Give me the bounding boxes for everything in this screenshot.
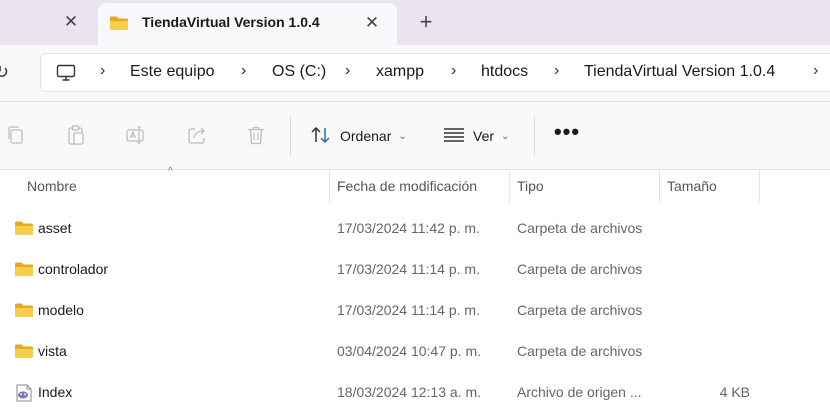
- breadcrumb-os-c[interactable]: OS (C:): [272, 63, 326, 81]
- file-type: Carpeta de archivos: [517, 343, 643, 359]
- file-modified: 18/03/2024 12:13 a. m.: [337, 384, 481, 400]
- new-tab-icon[interactable]: +: [415, 10, 437, 34]
- breadcrumb-chevron-icon: ›: [554, 62, 560, 79]
- breadcrumb-chevron-icon: ›: [345, 62, 351, 79]
- computer-icon: [56, 63, 76, 83]
- file-type: Archivo de origen ...: [517, 384, 642, 400]
- column-divider[interactable]: [659, 170, 660, 203]
- file-row-asset[interactable]: asset 17/03/2024 11:42 p. m. Carpeta de …: [0, 208, 830, 249]
- folder-icon: [14, 261, 34, 282]
- file-row-vista[interactable]: vista 03/04/2024 10:47 p. m. Carpeta de …: [0, 331, 830, 372]
- view-icon: [443, 127, 465, 146]
- breadcrumb-chevron-icon[interactable]: ›: [813, 62, 818, 80]
- file-name: vista: [38, 343, 67, 359]
- file-modified: 03/04/2024 10:47 p. m.: [337, 343, 481, 359]
- file-type: Carpeta de archivos: [517, 302, 643, 318]
- view-button[interactable]: Ver ⌄: [443, 122, 509, 150]
- tab-title: TiendaVirtual Version 1.0.4: [142, 14, 320, 30]
- file-modified: 17/03/2024 11:42 p. m.: [337, 220, 480, 236]
- folder-icon: [14, 220, 34, 241]
- column-header-size[interactable]: Tamaño: [667, 178, 717, 194]
- file-modified: 17/03/2024 11:14 p. m.: [337, 261, 480, 277]
- tab-strip: ✕ TiendaVirtual Version 1.0.4 ✕ +: [0, 0, 830, 45]
- folder-icon: [14, 302, 34, 323]
- file-type: Carpeta de archivos: [517, 220, 643, 236]
- breadcrumb-htdocs[interactable]: htdocs: [481, 63, 528, 81]
- column-divider[interactable]: [759, 170, 760, 203]
- php-file-icon: [14, 384, 34, 407]
- column-header-type[interactable]: Tipo: [517, 178, 544, 194]
- more-options-button[interactable]: •••: [552, 119, 582, 150]
- address-row: ↻ › Este equipo › OS (C:) › xampp › htdo…: [0, 45, 830, 102]
- tab-tiendavirtual[interactable]: TiendaVirtual Version 1.0.4 ✕: [98, 3, 397, 45]
- file-name: asset: [38, 220, 72, 236]
- breadcrumb-xampp[interactable]: xampp: [376, 63, 424, 81]
- delete-icon[interactable]: [245, 124, 267, 146]
- file-row-modelo[interactable]: modelo 17/03/2024 11:14 p. m. Carpeta de…: [0, 290, 830, 331]
- copy-icon[interactable]: [5, 124, 27, 146]
- folder-icon: [109, 15, 129, 36]
- sort-icon: [310, 126, 332, 147]
- file-name: controlador: [38, 261, 109, 277]
- chevron-down-icon: ⌄: [398, 130, 407, 142]
- column-header-row: ^ Nombre Fecha de modificación Tipo Tama…: [0, 166, 830, 203]
- breadcrumb-tiendavirtual[interactable]: TiendaVirtual Version 1.0.4: [584, 63, 775, 81]
- breadcrumb-chevron-icon: ›: [451, 62, 457, 79]
- toolbar-divider: [534, 116, 535, 156]
- more-icon: •••: [553, 119, 581, 144]
- file-modified: 17/03/2024 11:14 p. m.: [337, 302, 480, 318]
- breadcrumb-chevron-icon: ›: [241, 62, 247, 79]
- address-bar[interactable]: › Este equipo › OS (C:) › xampp › htdocs…: [40, 53, 830, 92]
- column-header-name[interactable]: Nombre: [27, 178, 77, 194]
- file-name: Index: [38, 384, 73, 400]
- file-row-index[interactable]: Index 18/03/2024 12:13 a. m. Archivo de …: [0, 372, 830, 413]
- file-row-controlador[interactable]: controlador 17/03/2024 11:14 p. m. Carpe…: [0, 249, 830, 290]
- toolbar-divider: [290, 116, 291, 156]
- breadcrumb-este-equipo[interactable]: Este equipo: [130, 63, 215, 81]
- breadcrumb-chevron-icon: ›: [100, 62, 106, 79]
- share-icon[interactable]: [186, 124, 208, 146]
- previous-tab-close-icon[interactable]: ✕: [60, 11, 82, 33]
- file-size: 4 KB: [719, 384, 750, 400]
- rename-icon[interactable]: [125, 124, 147, 146]
- file-type: Carpeta de archivos: [517, 261, 643, 277]
- chevron-down-icon: ⌄: [501, 130, 510, 142]
- file-name: modelo: [38, 302, 84, 318]
- command-bar: Ordenar ⌄ Ver ⌄ •••: [0, 102, 830, 170]
- sort-label: Ordenar: [340, 128, 392, 144]
- close-tab-icon[interactable]: ✕: [361, 12, 383, 34]
- paste-icon[interactable]: [65, 124, 87, 146]
- sort-ascending-icon: ^: [168, 166, 173, 177]
- column-divider[interactable]: [329, 170, 330, 203]
- folder-icon: [14, 343, 34, 364]
- column-divider[interactable]: [509, 170, 510, 203]
- column-header-modified[interactable]: Fecha de modificación: [337, 178, 477, 194]
- refresh-icon[interactable]: ↻: [0, 61, 10, 83]
- view-label: Ver: [473, 128, 495, 144]
- sort-button[interactable]: Ordenar ⌄: [310, 122, 407, 150]
